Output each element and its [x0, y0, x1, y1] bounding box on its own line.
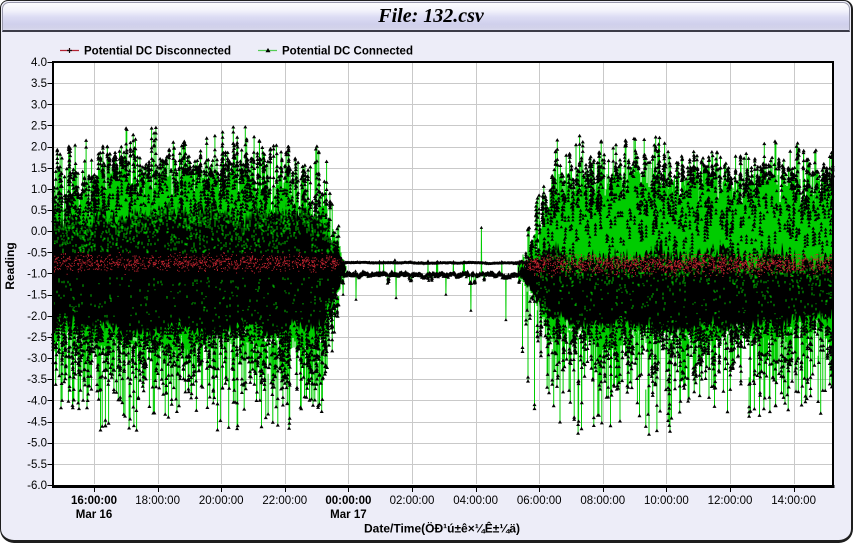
svg-text:1.0: 1.0 — [31, 184, 47, 196]
svg-text:2.5: 2.5 — [31, 120, 47, 132]
svg-text:0.0: 0.0 — [31, 226, 47, 238]
svg-text:06:00:00: 06:00:00 — [517, 495, 562, 507]
svg-text:3.5: 3.5 — [31, 78, 47, 90]
svg-text:12:00:00: 12:00:00 — [708, 495, 753, 507]
svg-text:4.0: 4.0 — [31, 57, 47, 69]
svg-text:-3.0: -3.0 — [27, 353, 47, 365]
svg-text:1.5: 1.5 — [31, 163, 47, 175]
svg-text:10:00:00: 10:00:00 — [644, 495, 689, 507]
svg-text:2.0: 2.0 — [31, 142, 47, 154]
svg-text:20:00:00: 20:00:00 — [199, 495, 244, 507]
svg-text:-5.5: -5.5 — [27, 459, 47, 471]
svg-text:-5.0: -5.0 — [27, 438, 47, 450]
svg-text:Mar 17: Mar 17 — [330, 509, 366, 521]
svg-text:-0.5: -0.5 — [27, 247, 47, 259]
svg-text:-6.0: -6.0 — [27, 480, 47, 492]
svg-text:Potential DC Disconnected: Potential DC Disconnected — [84, 46, 231, 58]
svg-text:16:00:00: 16:00:00 — [71, 495, 117, 507]
svg-text:0.5: 0.5 — [31, 205, 47, 217]
svg-text:-3.5: -3.5 — [27, 374, 47, 386]
svg-text:-1.5: -1.5 — [27, 290, 47, 302]
svg-text:-4.5: -4.5 — [27, 417, 47, 429]
svg-text:02:00:00: 02:00:00 — [390, 495, 435, 507]
svg-text:04:00:00: 04:00:00 — [453, 495, 498, 507]
svg-text:14:00:00: 14:00:00 — [771, 495, 816, 507]
svg-text:-2.0: -2.0 — [27, 311, 47, 323]
svg-text:-1.0: -1.0 — [27, 269, 47, 281]
svg-text:-2.5: -2.5 — [27, 332, 47, 344]
svg-text:Date/Time(ÖÐ¹ú±ê×¼Ê±¼ä): Date/Time(ÖÐ¹ú±ê×¼Ê±¼ä) — [364, 521, 520, 536]
svg-text:Reading: Reading — [3, 242, 17, 289]
svg-text:Mar 16: Mar 16 — [76, 509, 112, 521]
svg-text:18:00:00: 18:00:00 — [135, 495, 180, 507]
svg-text:3.0: 3.0 — [31, 99, 47, 111]
svg-text:Potential DC Connected: Potential DC Connected — [282, 46, 413, 58]
svg-text:22:00:00: 22:00:00 — [262, 495, 307, 507]
svg-text:00:00:00: 00:00:00 — [325, 495, 371, 507]
svg-text:08:00:00: 08:00:00 — [580, 495, 625, 507]
svg-text:-4.0: -4.0 — [27, 395, 47, 407]
